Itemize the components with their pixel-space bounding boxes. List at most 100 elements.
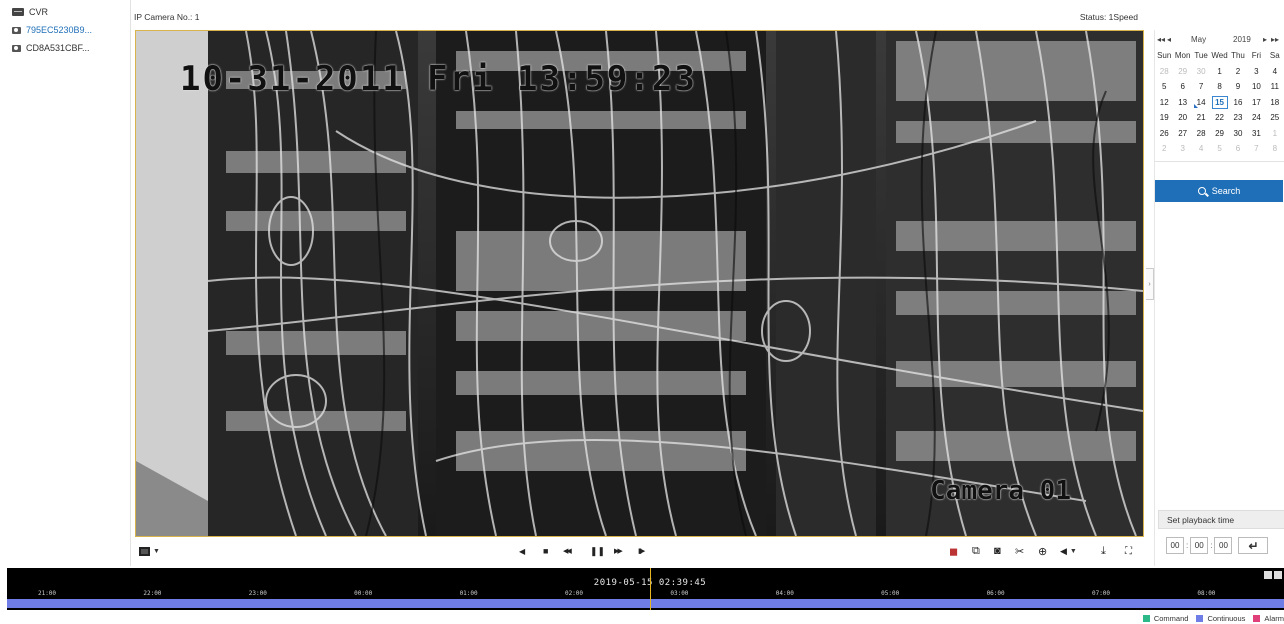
zoom-out-icon[interactable] xyxy=(1264,571,1272,579)
calendar-day[interactable]: 30 xyxy=(1192,64,1210,80)
download-button[interactable]: ⤓ xyxy=(1101,544,1106,558)
timeline-hour-label: 03:00 xyxy=(670,590,689,597)
legend-label: Continuous xyxy=(1207,613,1246,623)
calendar-day[interactable]: 5 xyxy=(1210,141,1228,157)
calendar-day[interactable]: 26 xyxy=(1155,126,1173,142)
second-field[interactable]: 00 xyxy=(1214,537,1233,554)
calendar-day[interactable]: 1 xyxy=(1266,126,1284,142)
timeline-hour-label: 07:00 xyxy=(1091,590,1111,597)
fullscreen-button[interactable]: ⛶ xyxy=(1125,544,1132,558)
calendar-day[interactable]: 28 xyxy=(1155,64,1173,80)
step-forward-button[interactable]: ▮▶ xyxy=(638,544,645,558)
clip-icon: ✂ xyxy=(1015,545,1025,558)
calendar-year[interactable]: 2019 xyxy=(1233,35,1263,44)
video-window[interactable]: 10-31-2011 Fri 13:59:23 Camera 01 xyxy=(135,30,1144,537)
snapshot-button[interactable]: ◙ xyxy=(994,544,1001,558)
calendar-day[interactable]: 23 xyxy=(1229,110,1247,126)
calendar-day[interactable]: 6 xyxy=(1229,141,1247,157)
calendar-day[interactable]: 22 xyxy=(1210,110,1228,126)
calendar-header: ◂◂ ◂ May 2019 ▸ ▸▸ xyxy=(1155,30,1284,48)
chevron-down-icon: ▼ xyxy=(1069,547,1077,555)
window-layout-button[interactable]: ▼ xyxy=(139,544,160,558)
calendar-day[interactable]: 11 xyxy=(1266,79,1284,95)
calendar-day[interactable]: 4 xyxy=(1266,64,1284,80)
calendar-day[interactable]: 8 xyxy=(1210,79,1228,95)
calendar-day[interactable]: 12 xyxy=(1155,95,1173,111)
calendar-day[interactable]: 9 xyxy=(1229,79,1247,95)
calendar-day[interactable]: 15 xyxy=(1210,95,1228,111)
stop-button[interactable]: ■ xyxy=(543,544,548,558)
calendar-weekday-row: Sun Mon Tue Wed Thu Fri Sa xyxy=(1155,48,1284,64)
fast-forward-button[interactable]: ▶▶ xyxy=(614,544,623,558)
calendar-day[interactable]: 14 xyxy=(1192,95,1210,111)
next-year-icon[interactable]: ▸▸ xyxy=(1271,35,1281,44)
calendar-day[interactable]: 29 xyxy=(1210,126,1228,142)
timeline-hour-label: 23:00 xyxy=(248,590,267,597)
calendar-week-row: 28 29 30 1 2 3 4 xyxy=(1155,64,1284,80)
calendar-weekday: Sa xyxy=(1269,51,1280,61)
pause-button[interactable]: ❚❚ xyxy=(590,544,605,558)
volume-button[interactable]: ◀ ▼ xyxy=(1060,544,1077,558)
capture-all-icon: ⧉ xyxy=(972,544,980,557)
calendar-week-row: 26 27 28 29 30 31 1 xyxy=(1155,126,1284,142)
stop-all-button[interactable]: ◼ xyxy=(949,544,958,558)
reverse-play-button[interactable]: ◀ xyxy=(519,544,525,558)
calendar-day[interactable]: 18 xyxy=(1266,95,1284,111)
minute-field[interactable]: 00 xyxy=(1190,537,1209,554)
timeline-hour-label: 22:00 xyxy=(143,590,162,597)
calendar-day[interactable]: 27 xyxy=(1173,126,1191,142)
camera-item-2[interactable]: CD8A531CBF... xyxy=(0,39,130,57)
calendar-day[interactable]: 29 xyxy=(1173,64,1191,80)
calendar-day[interactable]: 6 xyxy=(1173,79,1191,95)
playback-time-panel: Set playback time 00 : 00 : 00 ↵ xyxy=(1158,510,1284,566)
calendar-day[interactable]: 25 xyxy=(1266,110,1284,126)
calendar-day[interactable]: 3 xyxy=(1247,64,1265,80)
calendar-day[interactable]: 24 xyxy=(1247,110,1265,126)
legend-swatch xyxy=(1253,614,1261,622)
calendar-month[interactable]: May xyxy=(1191,35,1233,44)
device-tree-root[interactable]: CVR xyxy=(0,3,130,21)
calendar-day[interactable]: 30 xyxy=(1229,126,1247,142)
playback-time-title: Set playback time xyxy=(1158,510,1284,529)
volume-icon: ◀ xyxy=(1060,545,1067,556)
calendar-day[interactable]: 31 xyxy=(1247,126,1265,142)
calendar-day[interactable]: 4 xyxy=(1192,141,1210,157)
clip-button[interactable]: ✂ xyxy=(1015,544,1024,558)
prev-year-icon[interactable]: ◂◂ xyxy=(1157,35,1167,44)
search-button[interactable]: Search xyxy=(1155,179,1283,202)
calendar-day[interactable]: 7 xyxy=(1192,79,1210,95)
calendar-day[interactable]: 2 xyxy=(1229,64,1247,80)
go-to-time-button[interactable]: ↵ xyxy=(1238,537,1269,554)
calendar-day[interactable]: 8 xyxy=(1266,141,1284,157)
timeline-record-track[interactable] xyxy=(7,599,1284,608)
calendar-day[interactable]: 28 xyxy=(1192,126,1210,142)
capture-all-button[interactable]: ⧉ xyxy=(972,544,980,558)
timeline-hour-label: 00:00 xyxy=(354,590,373,597)
next-month-icon[interactable]: ▸ xyxy=(1263,35,1271,44)
digital-zoom-button[interactable]: ⊕ xyxy=(1038,544,1047,558)
calendar-day[interactable]: 10 xyxy=(1247,79,1265,95)
calendar-day[interactable]: 19 xyxy=(1155,110,1173,126)
calendar-day[interactable]: 17 xyxy=(1247,95,1265,111)
calendar-day[interactable]: 3 xyxy=(1173,141,1191,157)
camera-icon xyxy=(12,44,21,52)
prev-month-icon[interactable]: ◂ xyxy=(1167,35,1191,44)
panel-collapse-handle[interactable]: › xyxy=(1146,268,1154,300)
calendar-day[interactable]: 1 xyxy=(1210,64,1228,80)
zoom-in-icon[interactable] xyxy=(1274,571,1282,579)
calendar-day[interactable]: 5 xyxy=(1155,79,1173,95)
legend-swatch xyxy=(1196,614,1204,622)
calendar-day[interactable]: 16 xyxy=(1229,95,1247,111)
calendar-day[interactable]: 20 xyxy=(1173,110,1191,126)
camera-item-1[interactable]: 795EC5230B9... xyxy=(0,21,130,39)
slow-down-button[interactable]: ◀◀ xyxy=(563,544,572,558)
timeline-bar[interactable]: 21:00 22:00 23:00 00:00 01:00 02:00 03:00 04:00… xyxy=(7,568,1284,610)
calendar-day[interactable]: 21 xyxy=(1192,110,1210,126)
chevron-right-icon: › xyxy=(1148,280,1151,288)
calendar-day[interactable]: 7 xyxy=(1247,141,1265,157)
calendar-day[interactable]: 2 xyxy=(1155,141,1173,157)
hour-field[interactable]: 00 xyxy=(1166,537,1184,554)
legend-label: Command xyxy=(1153,613,1189,623)
calendar-day[interactable]: 13 xyxy=(1173,95,1191,111)
timeline-cursor[interactable] xyxy=(650,568,651,610)
